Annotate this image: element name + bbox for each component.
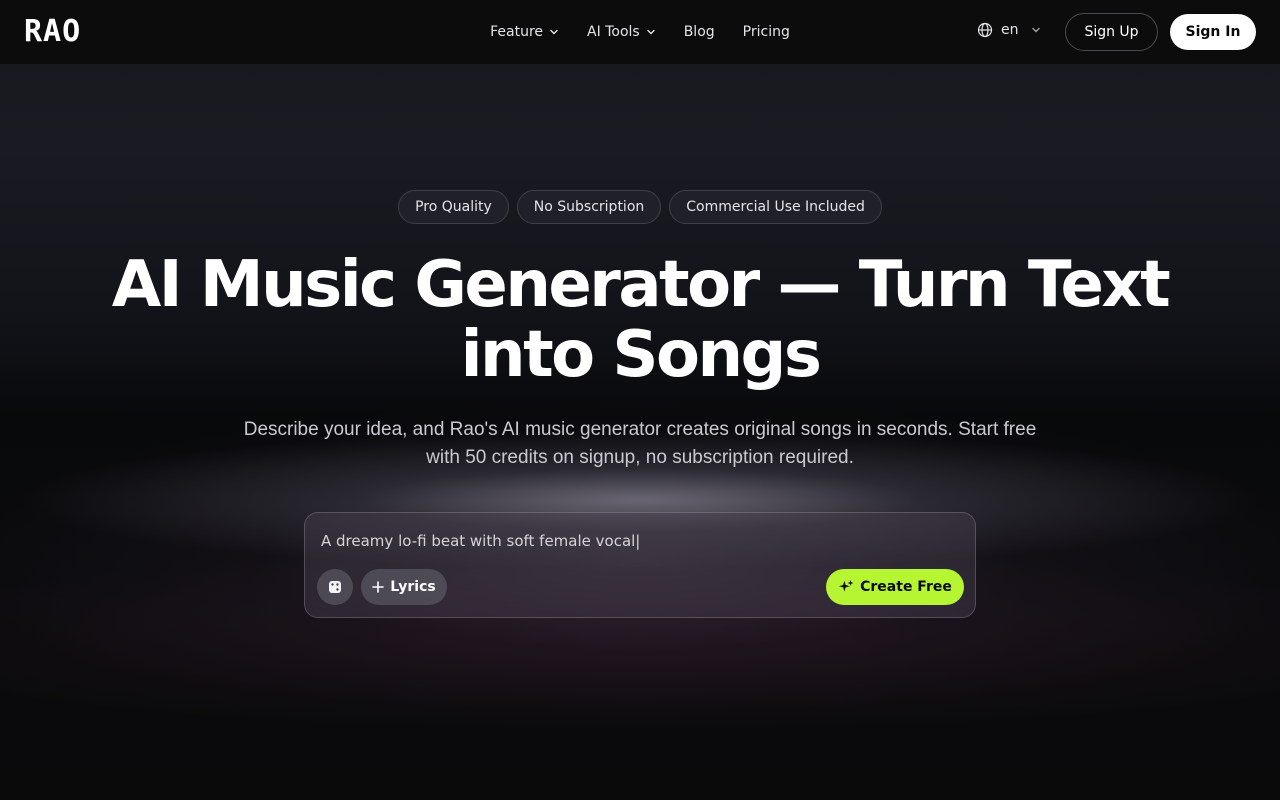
nav-item-ai-tools[interactable]: AI Tools — [587, 24, 656, 40]
subtitle-line-1: Describe your idea, and Rao's AI music g… — [243, 419, 1037, 440]
chevron-down-icon — [1031, 27, 1040, 33]
feature-badges: Pro Quality No Subscription Commercial U… — [0, 190, 1280, 224]
language-label: en — [1001, 22, 1019, 38]
badge-commercial-use: Commercial Use Included — [669, 190, 882, 224]
title-line-2: into Songs — [460, 318, 822, 392]
create-free-button[interactable]: Create Free — [826, 569, 964, 605]
page-title: AI Music Generator — Turn Text into Song… — [100, 250, 1180, 390]
plus-icon — [372, 581, 385, 593]
sign-up-button[interactable]: Sign Up — [1065, 13, 1158, 51]
dice-icon — [329, 581, 341, 593]
create-label: Create Free — [860, 579, 952, 595]
hero-background — [0, 0, 1280, 800]
nav-item-label: Pricing — [742, 24, 790, 40]
nav-item-label: AI Tools — [587, 24, 640, 40]
language-selector[interactable]: en — [977, 22, 1041, 38]
sparkle-icon — [839, 580, 854, 592]
globe-icon — [977, 22, 993, 38]
prompt-input[interactable]: A dreamy lo-fi beat with soft female voc… — [321, 532, 640, 550]
title-line-1: AI Music Generator — Turn Text — [111, 248, 1171, 322]
subtitle-line-2: with 50 credits on signup, no subscripti… — [426, 447, 854, 468]
random-prompt-button[interactable] — [317, 569, 353, 605]
lyrics-label: Lyrics — [390, 579, 436, 595]
nav-item-blog[interactable]: Blog — [684, 24, 715, 40]
hero-subtitle: Describe your idea, and Rao's AI music g… — [190, 416, 1090, 472]
add-lyrics-button[interactable]: Lyrics — [361, 569, 447, 605]
nav-item-feature[interactable]: Feature — [490, 24, 559, 40]
prompt-box: A dreamy lo-fi beat with soft female voc… — [304, 512, 976, 618]
top-nav-bar: RAO Feature AI Tools Blog Pricing en Sig… — [0, 0, 1280, 64]
badge-no-subscription: No Subscription — [516, 190, 662, 224]
chevron-down-icon — [647, 29, 655, 35]
nav-item-label: Feature — [490, 24, 544, 40]
nav-item-label: Blog — [683, 24, 715, 40]
chevron-down-icon — [550, 29, 558, 35]
sign-in-button[interactable]: Sign In — [1170, 14, 1256, 50]
badge-pro-quality: Pro Quality — [398, 190, 509, 224]
logo[interactable]: RAO — [24, 16, 81, 48]
nav-item-pricing[interactable]: Pricing — [743, 24, 790, 40]
